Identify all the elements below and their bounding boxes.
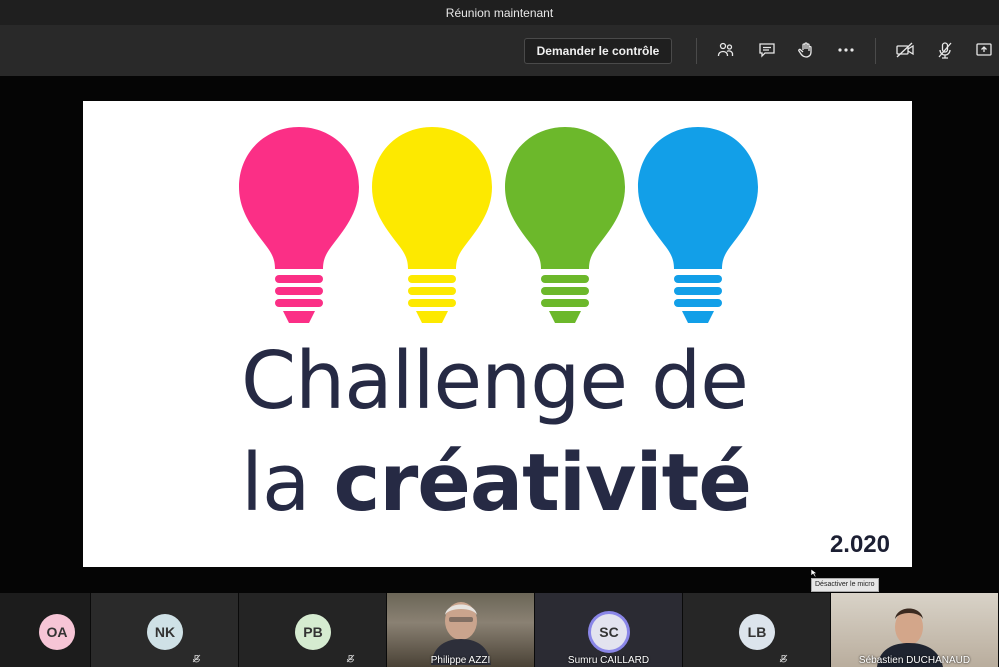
slide-title-line2-regular: la [241,437,334,529]
muted-mic-icon [192,654,201,663]
participants-icon[interactable] [715,39,737,61]
avatar: LB [739,614,775,650]
participant-tile[interactable]: NK [91,593,239,667]
mouse-cursor-icon [810,568,818,578]
chat-icon[interactable] [756,39,778,61]
light-bulb-yellow [372,127,492,323]
light-bulb-pink [239,127,359,323]
participant-name: Sébastien DUCHANAUD [858,655,971,666]
avatar: SC [591,614,627,650]
participant-tile[interactable]: PB [239,593,387,667]
avatar: NK [147,614,183,650]
muted-mic-icon [346,654,355,663]
muted-mic-icon [779,654,788,663]
share-tray-icon[interactable] [973,39,995,61]
meeting-toolbar: Demander le contrôle [0,25,999,76]
avatar: PB [295,614,331,650]
request-control-button[interactable]: Demander le contrôle [524,38,672,64]
mute-tooltip: Désactiver le micro [811,578,879,592]
toolbar-divider [696,38,697,64]
shared-screen-stage: Challenge de la créativité 2.020 [0,76,999,593]
meeting-title: Réunion maintenant [445,5,554,20]
camera-off-icon[interactable] [894,39,916,61]
slide-year: 2.020 [829,531,890,558]
meeting-title-bar: Réunion maintenant [0,0,999,25]
participant-tile[interactable]: OA [0,593,91,667]
raise-hand-icon[interactable] [795,39,817,61]
participant-tile[interactable]: LB [683,593,831,667]
participant-video-tile[interactable]: Philippe AZZI [387,593,535,667]
avatar: OA [39,614,75,650]
more-options-icon[interactable] [835,39,857,61]
mic-off-icon[interactable] [934,39,956,61]
slide-title-line1: Challenge de [241,335,749,427]
light-bulb-green [505,127,625,323]
presentation-slide: Challenge de la créativité 2.020 [83,101,912,567]
toolbar-divider [875,38,876,64]
participant-video-tile[interactable]: Sébastien DUCHANAUD [831,593,999,667]
light-bulb-blue [638,127,758,323]
participant-tile[interactable]: SC Sumru CAILLARD [535,593,683,667]
slide-title-line2-bold: créativité [333,437,751,529]
participant-name: Philippe AZZI [430,655,491,666]
slide-title-line2: la créativité [241,437,752,529]
participant-strip: OA NK PB Philippe AZZI SC Sumru CAILLARD… [0,593,999,667]
participant-name: Sumru CAILLARD [567,655,650,666]
